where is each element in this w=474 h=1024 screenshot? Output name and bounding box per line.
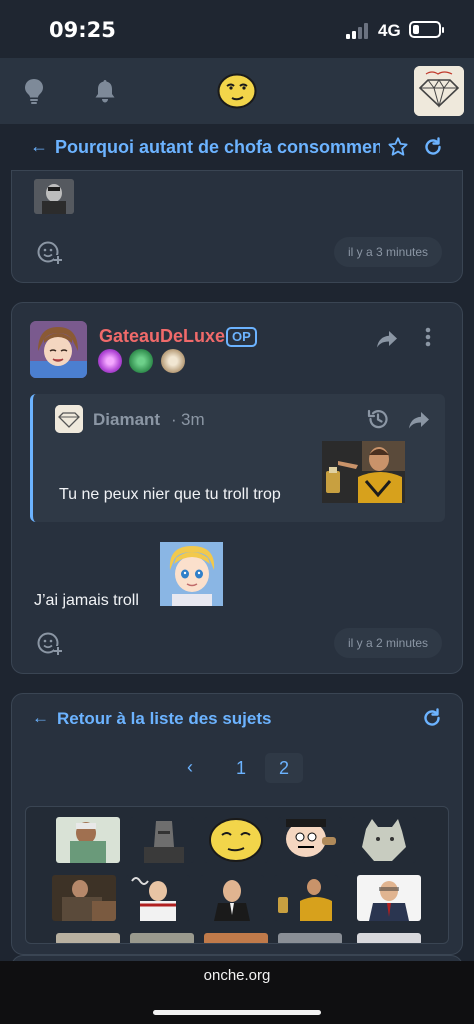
- refresh-icon[interactable]: [422, 708, 442, 728]
- post-card: GateauDeLuxe OP Diamant · 3m Tu ne peux …: [11, 302, 463, 674]
- sticker-item[interactable]: [130, 933, 194, 943]
- sticker-item[interactable]: [200, 875, 264, 921]
- badge-icon: [129, 349, 154, 373]
- more-vertical-icon[interactable]: [425, 327, 431, 347]
- post-timestamp: il y a 2 minutes: [334, 628, 443, 658]
- badge-icon: [160, 349, 185, 373]
- history-icon[interactable]: [366, 407, 390, 431]
- sticker-item[interactable]: [204, 933, 268, 943]
- home-indicator[interactable]: [153, 1010, 321, 1015]
- browser-bar: onche.org: [0, 961, 474, 1024]
- star-icon[interactable]: [387, 136, 409, 158]
- quote-author[interactable]: Diamant: [93, 410, 160, 430]
- browser-url[interactable]: onche.org: [0, 967, 474, 984]
- signal-strength-icon: [346, 22, 372, 39]
- user-avatar[interactable]: [414, 66, 464, 116]
- post-timestamp: il y a 3 minutes: [334, 237, 443, 267]
- author-avatar[interactable]: [30, 321, 87, 378]
- quote-author-avatar[interactable]: [55, 405, 83, 433]
- quoted-message: Diamant · 3m Tu ne peux nier que tu trol…: [30, 394, 445, 522]
- sticker-item[interactable]: [352, 817, 416, 863]
- previous-post-card: ... ... ... ... ... ... ... ... ... ... …: [11, 170, 463, 283]
- back-arrow-icon[interactable]: ←: [32, 708, 49, 728]
- lightbulb-icon[interactable]: [22, 78, 46, 104]
- user-badges: [98, 349, 188, 375]
- post-sticker-image: [160, 542, 223, 606]
- add-reaction-icon[interactable]: [36, 630, 62, 656]
- previous-post-cut-text: ... ... ... ... ... ... ... ... ... ... …: [87, 171, 254, 177]
- share-icon[interactable]: [376, 329, 398, 349]
- sticker-item[interactable]: [357, 933, 421, 943]
- network-type: 4G: [378, 21, 401, 40]
- quote-time: 3m: [181, 410, 205, 429]
- op-badge: OP: [226, 327, 257, 347]
- sticker-item[interactable]: [278, 817, 342, 863]
- sticker-item[interactable]: [204, 817, 268, 863]
- refresh-icon[interactable]: [423, 137, 443, 157]
- author-name[interactable]: GateauDeLuxe: [99, 326, 225, 347]
- battery-icon: [409, 21, 444, 38]
- sticker-item[interactable]: [126, 875, 190, 921]
- page-2-button[interactable]: 2: [265, 753, 303, 783]
- post-text: J’ai jamais troll: [34, 592, 139, 609]
- add-reaction-icon[interactable]: [36, 239, 62, 265]
- page-1-button[interactable]: 1: [222, 753, 260, 783]
- sticker-item[interactable]: [56, 817, 120, 863]
- sticker-item[interactable]: [278, 933, 342, 943]
- battery-level: [413, 25, 419, 34]
- sticker-item[interactable]: [130, 817, 194, 863]
- diamond-avatar-image: [414, 66, 464, 116]
- status-time: 09:25: [49, 18, 116, 42]
- sticker-item[interactable]: [274, 875, 338, 921]
- status-bar: 09:25 4G: [0, 0, 474, 58]
- bell-icon[interactable]: [92, 78, 118, 104]
- share-icon[interactable]: [408, 410, 430, 430]
- top-nav: [0, 58, 474, 124]
- sticker-picker: [25, 806, 449, 944]
- sticker-item[interactable]: [56, 933, 120, 943]
- sticker-item[interactable]: [52, 875, 116, 921]
- quote-sticker-image: [322, 441, 405, 503]
- back-arrow-icon[interactable]: ←: [30, 136, 48, 157]
- back-to-topics-link[interactable]: Retour à la liste des sujets: [57, 709, 271, 729]
- smiley-face-icon[interactable]: [217, 73, 257, 109]
- sticker-item[interactable]: [357, 875, 421, 921]
- topic-navigation-card: ← Retour à la liste des sujets ‹ 1 2: [11, 693, 463, 955]
- badge-icon: [98, 349, 122, 373]
- topic-title[interactable]: Pourquoi autant de chofa consommen: [55, 137, 380, 158]
- quote-separator: ·: [171, 410, 177, 429]
- quote-text: Tu ne peux nier que tu troll trop: [59, 486, 281, 503]
- previous-page-button[interactable]: ‹: [187, 757, 193, 778]
- previous-post-sticker: [34, 179, 74, 214]
